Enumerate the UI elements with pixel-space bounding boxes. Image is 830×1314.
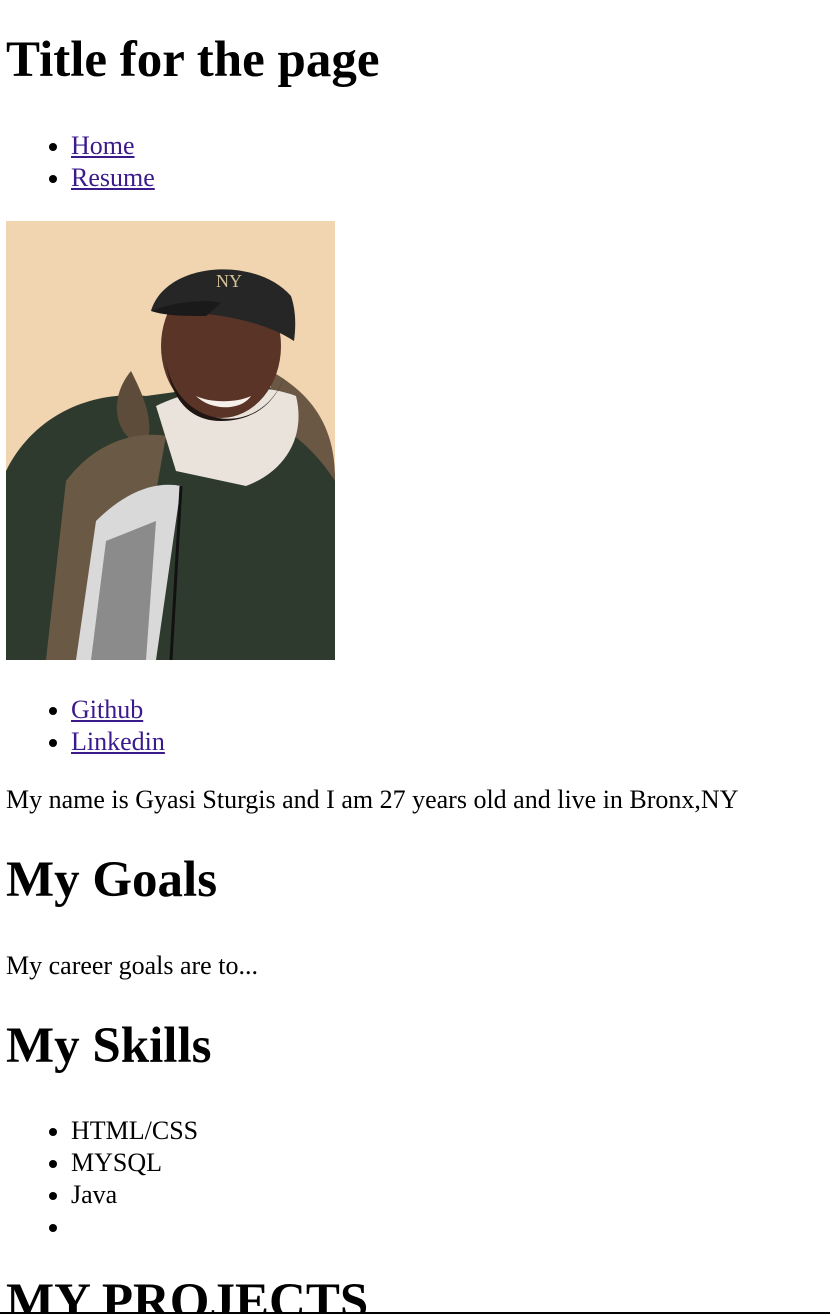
skill-item: Java (71, 1179, 198, 1211)
page: Title for the page Home Resume (0, 0, 830, 1314)
skill-item: HTML/CSS (71, 1115, 198, 1147)
social-item-github: Github (71, 694, 165, 726)
skills-list: HTML/CSS MYSQL Java ​ (6, 1115, 198, 1243)
goals-heading: My Goals (6, 852, 218, 908)
linkedin-link[interactable]: Linkedin (71, 727, 165, 756)
svg-text:NY: NY (216, 271, 242, 291)
skill-item: MYSQL (71, 1147, 198, 1179)
nav-item-home: Home (71, 130, 155, 162)
page-title: Title for the page (6, 32, 380, 88)
projects-heading: MY PROJECTS (6, 1274, 369, 1314)
social-item-linkedin: Linkedin (71, 726, 165, 758)
intro-text: My name is Gyasi Sturgis and I am 27 yea… (6, 785, 739, 814)
social-list: Github Linkedin (6, 694, 165, 758)
home-link[interactable]: Home (71, 131, 135, 160)
skill-item: ​ (71, 1211, 198, 1243)
nav-item-resume: Resume (71, 162, 155, 194)
resume-link[interactable]: Resume (71, 163, 155, 192)
nav-list: Home Resume (6, 130, 155, 194)
goals-text: My career goals are to... (6, 951, 258, 980)
skills-heading: My Skills (6, 1018, 212, 1074)
github-link[interactable]: Github (71, 695, 143, 724)
profile-photo: NY (6, 221, 335, 660)
portrait-photo-icon: NY (6, 221, 335, 660)
